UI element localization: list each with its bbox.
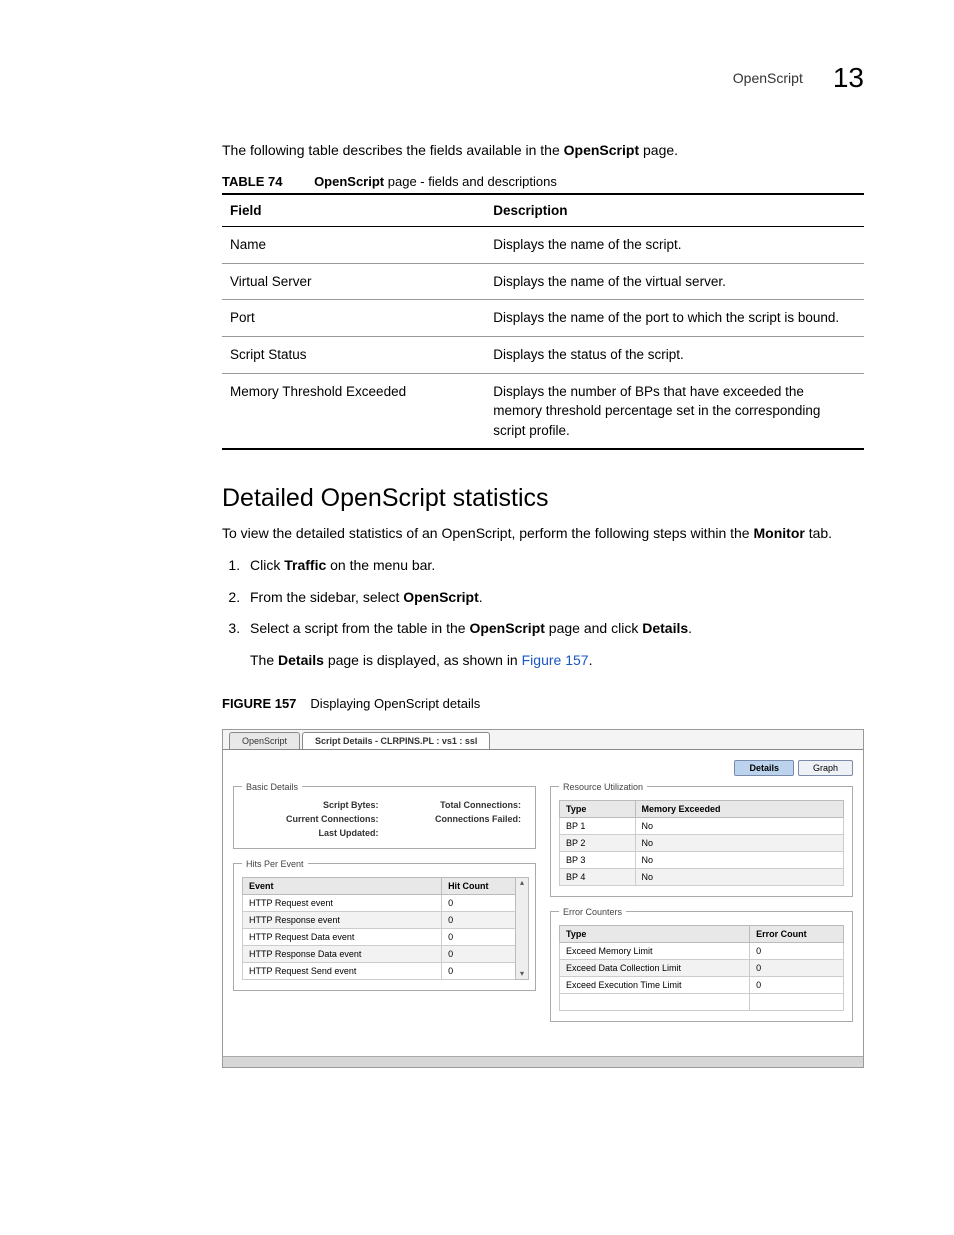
table-row xyxy=(560,993,844,1010)
hits-table: EventHit Count HTTP Request event0 HTTP … xyxy=(242,877,527,980)
label-script-bytes: Script Bytes: xyxy=(242,800,385,810)
table-row: Exceed Data Collection Limit0 xyxy=(560,959,844,976)
table-row: Virtual ServerDisplays the name of the v… xyxy=(222,263,864,300)
th-error-count: Error Count xyxy=(750,925,844,942)
label-connections-failed: Connections Failed: xyxy=(385,814,528,824)
screenshot-container: OpenScript Script Details - CLRPINS.PL :… xyxy=(222,729,864,1068)
table-row: HTTP Request event0 xyxy=(243,894,527,911)
details-button[interactable]: Details xyxy=(734,760,794,776)
scroll-up-icon[interactable]: ▴ xyxy=(520,878,524,888)
cell-desc: Displays the status of the script. xyxy=(485,336,864,373)
th-field: Field xyxy=(222,194,485,227)
tab-script-details[interactable]: Script Details - CLRPINS.PL : vs1 : ssl xyxy=(302,732,490,749)
lead-b: tab. xyxy=(805,525,832,541)
label-total-connections: Total Connections: xyxy=(385,800,528,810)
steps-list: Click Traffic on the menu bar. From the … xyxy=(222,555,864,672)
th-desc: Description xyxy=(485,194,864,227)
table-row: NameDisplays the name of the script. xyxy=(222,227,864,264)
graph-button[interactable]: Graph xyxy=(798,760,853,776)
table-row: HTTP Request Data event0 xyxy=(243,928,527,945)
th-memory-exceeded: Memory Exceeded xyxy=(635,800,843,817)
section-heading: Detailed OpenScript statistics xyxy=(222,484,864,513)
errors-table: TypeError Count Exceed Memory Limit0 Exc… xyxy=(559,925,844,1011)
basic-details-box: Basic Details Script Bytes: Total Connec… xyxy=(233,782,536,849)
label-current-connections: Current Connections: xyxy=(242,814,385,824)
table-title-bold: OpenScript xyxy=(314,174,384,189)
cell-desc: Displays the name of the script. xyxy=(485,227,864,264)
table-caption: TABLE 74 OpenScript page - fields and de… xyxy=(222,174,864,189)
scroll-down-icon[interactable]: ▾ xyxy=(520,969,524,979)
scrollbar[interactable]: ▴ ▾ xyxy=(515,877,529,980)
cell-field: Virtual Server xyxy=(222,263,485,300)
table-row: Memory Threshold ExceededDisplays the nu… xyxy=(222,373,864,449)
cell-field: Name xyxy=(222,227,485,264)
cell-field: Memory Threshold Exceeded xyxy=(222,373,485,449)
error-counters-box: Error Counters TypeError Count Exceed Me… xyxy=(550,907,853,1022)
cell-desc: Displays the number of BPs that have exc… xyxy=(485,373,864,449)
resource-table: TypeMemory Exceeded BP 1No BP 2No BP 3No… xyxy=(559,800,844,886)
hits-per-event-box: Hits Per Event EventHit Count HTTP Reque… xyxy=(233,859,536,991)
intro-text-b: page. xyxy=(639,142,678,158)
step-item: Click Traffic on the menu bar. xyxy=(244,555,864,577)
figure-number: FIGURE 157 xyxy=(222,696,296,711)
lead-a: To view the detailed statistics of an Op… xyxy=(222,525,754,541)
table-row: HTTP Request Send event0 xyxy=(243,962,527,979)
table-row: Exceed Execution Time Limit0 xyxy=(560,976,844,993)
th-event: Event xyxy=(243,877,442,894)
running-header-label: OpenScript xyxy=(733,70,803,86)
hits-legend: Hits Per Event xyxy=(242,859,308,869)
table-row: Script StatusDisplays the status of the … xyxy=(222,336,864,373)
resource-utilization-box: Resource Utilization TypeMemory Exceeded… xyxy=(550,782,853,897)
table-row: PortDisplays the name of the port to whi… xyxy=(222,300,864,337)
table-row: BP 3No xyxy=(560,851,844,868)
th-type: Type xyxy=(560,800,636,817)
running-header: OpenScript 13 xyxy=(733,62,864,94)
lead-paragraph: To view the detailed statistics of an Op… xyxy=(222,523,864,545)
intro-paragraph: The following table describes the fields… xyxy=(222,140,864,160)
table-row: BP 4No xyxy=(560,868,844,885)
tab-openscript[interactable]: OpenScript xyxy=(229,732,300,749)
th-hit-count: Hit Count xyxy=(442,877,527,894)
errors-legend: Error Counters xyxy=(559,907,626,917)
th-type: Type xyxy=(560,925,750,942)
table-number: TABLE 74 xyxy=(222,174,282,189)
cell-desc: Displays the name of the port to which t… xyxy=(485,300,864,337)
cell-desc: Displays the name of the virtual server. xyxy=(485,263,864,300)
table-title-rest: page - fields and descriptions xyxy=(384,174,557,189)
table-row: Exceed Memory Limit0 xyxy=(560,942,844,959)
cell-field: Port xyxy=(222,300,485,337)
resource-legend: Resource Utilization xyxy=(559,782,647,792)
table-row: HTTP Response event0 xyxy=(243,911,527,928)
step-item: From the sidebar, select OpenScript. xyxy=(244,587,864,609)
figure-reference-link[interactable]: Figure 157 xyxy=(522,652,589,668)
chapter-number: 13 xyxy=(833,62,864,94)
cell-field: Script Status xyxy=(222,336,485,373)
table-row: BP 2No xyxy=(560,834,844,851)
fields-table: Field Description NameDisplays the name … xyxy=(222,193,864,450)
basic-details-legend: Basic Details xyxy=(242,782,302,792)
label-last-updated: Last Updated: xyxy=(242,828,385,838)
figure-title: Displaying OpenScript details xyxy=(310,696,480,711)
step-item: Select a script from the table in the Op… xyxy=(244,618,864,671)
table-row: HTTP Response Data event0 xyxy=(243,945,527,962)
figure-caption: FIGURE 157 Displaying OpenScript details xyxy=(222,696,864,711)
intro-bold: OpenScript xyxy=(564,142,639,158)
lead-bold: Monitor xyxy=(754,525,805,541)
screenshot-footer xyxy=(223,1056,863,1067)
step-follow: The Details page is displayed, as shown … xyxy=(250,650,864,672)
intro-text-a: The following table describes the fields… xyxy=(222,142,564,158)
table-row: BP 1No xyxy=(560,817,844,834)
tabs-bar: OpenScript Script Details - CLRPINS.PL :… xyxy=(223,732,863,749)
